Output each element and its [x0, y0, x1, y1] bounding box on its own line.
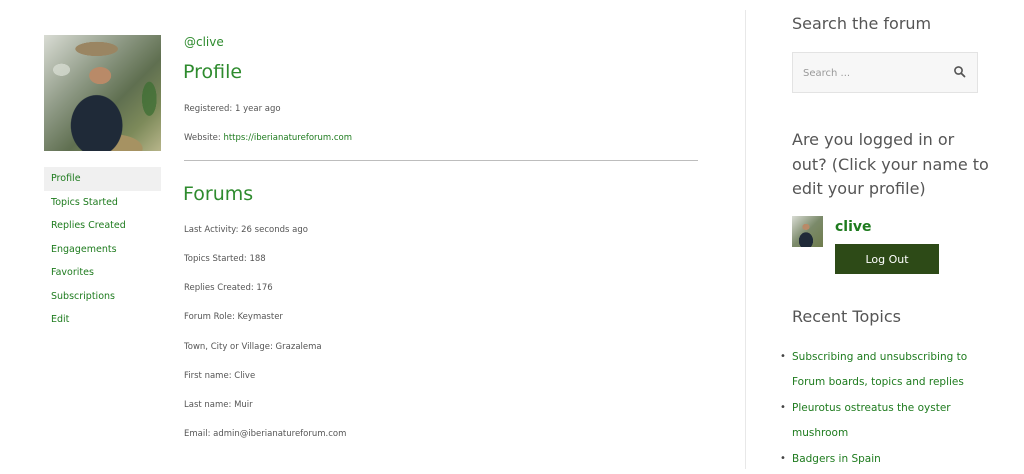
forum-role: Forum Role: Keymaster	[184, 312, 283, 322]
profile-heading: Profile	[183, 61, 243, 83]
topic-link[interactable]: Badgers in Spain	[792, 453, 881, 465]
nav-item-engagements[interactable]: Engagements	[44, 238, 161, 262]
login-status-heading: Are you logged in or out? (Click your na…	[792, 130, 989, 198]
email-field: Email: admin@iberianatureforum.com	[184, 429, 347, 439]
user-handle: @clive	[184, 35, 224, 49]
search-heading: Search the forum	[792, 14, 932, 33]
nav-item-favorites[interactable]: Favorites	[44, 261, 161, 285]
website-label: Website:	[184, 133, 224, 143]
topic-link[interactable]: Subscribing and unsubscribing to Forum b…	[792, 351, 967, 388]
website-row: Website: https://iberianatureforum.com	[184, 133, 352, 143]
nav-item-topics-started[interactable]: Topics Started	[44, 191, 161, 215]
nav-item-edit[interactable]: Edit	[44, 308, 161, 332]
last-name-field: Last name: Muir	[184, 400, 253, 410]
website-link[interactable]: https://iberianatureforum.com	[223, 133, 352, 143]
topic-link[interactable]: Pleurotus ostreatus the oyster mushroom	[792, 402, 951, 439]
profile-nav: Profile Topics Started Replies Created E…	[44, 167, 161, 332]
replies-created-count: Replies Created: 176	[184, 283, 273, 293]
recent-topics-list: Subscribing and unsubscribing to Forum b…	[780, 345, 980, 474]
list-item: Badgers in Spain	[780, 447, 980, 472]
recent-topics-heading: Recent Topics	[792, 307, 901, 326]
nav-item-profile[interactable]: Profile	[44, 167, 161, 191]
town-field: Town, City or Village: Grazalema	[184, 342, 322, 352]
column-separator	[745, 10, 746, 469]
list-item: Subscribing and unsubscribing to Forum b…	[780, 345, 980, 394]
username-link[interactable]: clive	[835, 219, 872, 235]
profile-avatar	[44, 35, 161, 151]
search-icon[interactable]	[953, 65, 967, 79]
search-input[interactable]	[803, 64, 943, 82]
first-name-field: First name: Clive	[184, 371, 256, 381]
nav-item-replies-created[interactable]: Replies Created	[44, 214, 161, 238]
registered-text: Registered: 1 year ago	[184, 104, 281, 114]
logout-button[interactable]: Log Out	[835, 244, 939, 274]
forums-heading: Forums	[183, 183, 254, 205]
list-item: Pleurotus ostreatus the oyster mushroom	[780, 396, 980, 445]
topics-started-count: Topics Started: 188	[184, 254, 266, 264]
last-activity: Last Activity: 26 seconds ago	[184, 225, 308, 235]
user-avatar[interactable]	[792, 216, 823, 247]
nav-item-subscriptions[interactable]: Subscriptions	[44, 285, 161, 309]
divider	[184, 160, 698, 161]
search-box	[792, 52, 978, 93]
